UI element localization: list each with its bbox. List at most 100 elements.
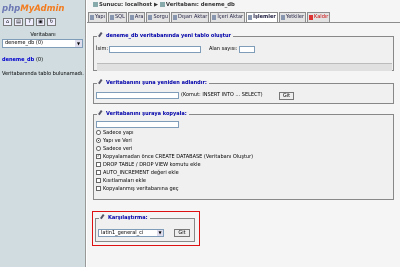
sql-icon xyxy=(110,15,114,20)
copy-db-legend: Veritabanını şuraya kopyala: xyxy=(97,110,189,118)
copy-db-legend-text: Veritabanını şuraya kopyala: xyxy=(106,111,187,117)
drop-icon xyxy=(309,15,314,20)
radio-structure-and-data[interactable] xyxy=(96,138,101,143)
rename-db-input[interactable] xyxy=(96,92,179,99)
checkbox-drop-table[interactable] xyxy=(96,162,101,167)
option-label: AUTO_INCREMENT değeri ekle xyxy=(103,170,179,176)
pencil-icon xyxy=(98,110,105,117)
phpmyadmin-window: phpMyAdmin ⌂ ▤ ? ▣ ↻ Veritabanı deneme_d… xyxy=(0,0,400,267)
checkbox-switch-to-copy[interactable] xyxy=(96,186,101,191)
table-name-input[interactable] xyxy=(109,46,201,53)
rename-db-fieldset: Veritabanını şuna yeniden adlandır: (Kom… xyxy=(93,79,394,104)
option-data-only[interactable]: Sadece veri xyxy=(96,146,132,152)
table-count: (0) xyxy=(35,57,44,63)
pencil-icon xyxy=(98,32,105,39)
option-constraints[interactable]: Kısıtlamaları ekle xyxy=(96,178,146,184)
field-count-input[interactable] xyxy=(239,46,255,53)
option-structure-only[interactable]: Sadece yapı xyxy=(96,130,134,136)
tab-label: İşlemler xyxy=(253,14,276,20)
checkbox-constraints[interactable] xyxy=(96,178,101,183)
home-icon[interactable]: ⌂ xyxy=(3,18,12,26)
option-drop-table[interactable]: DROP TABLE / DROP VIEW komutu ekle xyxy=(96,162,201,168)
collation-go-button[interactable]: Git xyxy=(174,229,190,237)
reload-icon[interactable]: ↻ xyxy=(47,18,56,26)
copy-db-fieldset: Veritabanını şuraya kopyala: Sadece yapı… xyxy=(93,110,394,200)
option-create-database[interactable]: Kopyalamadan önce CREATE DATABASE (Verit… xyxy=(96,153,254,160)
tab-privileges[interactable]: Yetkiler xyxy=(278,12,307,22)
create-table-button-bar xyxy=(97,63,392,71)
tab-export[interactable]: Dışarı Aktar xyxy=(171,12,210,22)
option-label: Kopyalamadan önce CREATE DATABASE (Verit… xyxy=(103,154,254,160)
operations-icon xyxy=(248,15,253,20)
tab-drop[interactable]: Kaldır xyxy=(307,12,331,22)
tab-sql[interactable]: SQL xyxy=(108,12,127,22)
breadcrumb-database[interactable]: Veritabanı: deneme_db xyxy=(166,2,235,8)
tab-query[interactable]: Sorgu xyxy=(146,12,170,22)
rename-db-legend-text: Veritabanını şuna yeniden adlandır: xyxy=(106,80,207,86)
breadcrumb-server[interactable]: Sunucu: localhost xyxy=(99,2,152,8)
tab-divider xyxy=(87,22,400,23)
tab-label: Yapı xyxy=(95,14,105,20)
pencil-icon xyxy=(98,79,105,86)
option-label: Yapı ve Veri xyxy=(103,138,132,144)
breadcrumb-separator: ▶ xyxy=(153,2,159,8)
checkbox-auto-increment[interactable] xyxy=(96,170,101,175)
tab-label: Yetkiler xyxy=(285,14,305,20)
tab-label: Kaldır xyxy=(314,14,329,20)
chevron-down-icon: ▼ xyxy=(157,230,163,236)
option-auto-increment[interactable]: AUTO_INCREMENT değeri ekle xyxy=(96,170,179,176)
tab-import[interactable]: İçeri Aktar xyxy=(210,12,246,22)
tab-label: Dışarı Aktar xyxy=(178,14,208,20)
collation-select-value: latin1_general_ci xyxy=(101,230,144,236)
create-table-legend: deneme_db veritabanında yeni tablo oluşt… xyxy=(97,32,233,40)
database-select-value: deneme_db (0) xyxy=(5,40,43,46)
tab-label: İçeri Aktar xyxy=(217,14,244,20)
phpmyadmin-logo[interactable]: phpMyAdmin xyxy=(2,2,64,16)
option-label: DROP TABLE / DROP VIEW komutu ekle xyxy=(103,162,201,168)
database-link[interactable]: deneme_db (0) xyxy=(2,57,43,63)
tab-structure[interactable]: Yapı xyxy=(88,12,107,22)
left-frame: phpMyAdmin ⌂ ▤ ? ▣ ↻ Veritabanı deneme_d… xyxy=(0,0,86,267)
create-table-legend-text: deneme_db veritabanında yeni tablo oluşt… xyxy=(106,33,231,39)
database-icon xyxy=(159,2,165,7)
rename-db-hint: (Komut: INSERT INTO ... SELECT) xyxy=(181,92,263,98)
export-icon xyxy=(173,15,177,20)
field-count-label: Alan sayısı: xyxy=(209,46,238,52)
tab-label: SQL xyxy=(115,14,125,20)
copy-db-name-input[interactable] xyxy=(96,121,179,128)
rename-db-legend: Veritabanını şuna yeniden adlandır: xyxy=(97,79,209,87)
chevron-down-icon: ▼ xyxy=(75,40,82,47)
option-label: Sadece veri xyxy=(103,146,133,152)
tab-label: Ara xyxy=(134,14,144,20)
database-label: Veritabanı xyxy=(30,32,56,38)
help-icon[interactable]: ? xyxy=(25,18,34,26)
option-label: Kopyalanmış veritabanına geç xyxy=(103,186,179,192)
rename-db-go-button[interactable]: Git xyxy=(279,92,294,100)
server-icon xyxy=(93,2,98,7)
option-structure-and-data[interactable]: Yapı ve Veri xyxy=(96,138,132,144)
quick-icons: ⌂ ▤ ? ▣ ↻ xyxy=(3,18,56,26)
radio-structure-only[interactable] xyxy=(96,130,101,135)
database-select[interactable]: deneme_db (0) ▼ xyxy=(2,39,83,48)
radio-data-only[interactable] xyxy=(96,146,101,151)
database-link-name[interactable]: deneme_db xyxy=(2,57,34,63)
no-tables-message: Veritabanında tablo bulunamadı. xyxy=(2,71,84,77)
sql-window-icon[interactable]: ▤ xyxy=(14,18,23,26)
import-icon xyxy=(212,15,217,20)
collation-select[interactable]: latin1_general_ci ▼ xyxy=(98,229,164,237)
tab-search[interactable]: Ara xyxy=(127,12,146,22)
structure-icon xyxy=(90,15,94,20)
tab-label: Sorgu xyxy=(153,14,168,20)
table-name-label: İsim: xyxy=(96,46,109,52)
option-label: Sadece yapı xyxy=(103,130,134,136)
checkbox-create-database[interactable] xyxy=(96,153,101,159)
docs-icon[interactable]: ▣ xyxy=(36,18,45,26)
privileges-icon xyxy=(280,15,285,20)
logo-text-a: php xyxy=(2,4,21,14)
logo-text-b: MyAdmin xyxy=(20,4,65,14)
breadcrumb: Sunucu: localhost ▶ Veritabanı: deneme_d… xyxy=(93,1,235,10)
option-label: Kısıtlamaları ekle xyxy=(103,178,146,184)
search-icon xyxy=(129,15,134,20)
create-table-fieldset: deneme_db veritabanında yeni tablo oluşt… xyxy=(93,32,394,71)
option-switch-to-copy[interactable]: Kopyalanmış veritabanına geç xyxy=(96,186,178,192)
